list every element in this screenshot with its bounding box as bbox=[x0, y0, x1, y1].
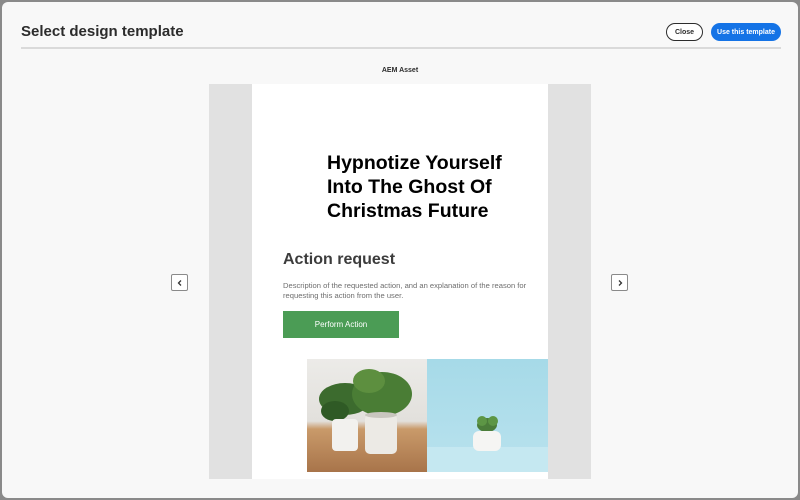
close-button[interactable]: Close bbox=[666, 23, 703, 41]
template-dialog: Select design template Close Use this te… bbox=[2, 2, 798, 498]
perform-action-button: Perform Action bbox=[283, 311, 399, 338]
plant-photo-right bbox=[427, 359, 548, 472]
email-headline: Hypnotize Yourself Into The Ghost Of Chr… bbox=[327, 152, 502, 222]
action-title: Action request bbox=[283, 251, 396, 268]
chevron-left-icon bbox=[177, 279, 181, 286]
dialog-title: Select design template bbox=[21, 23, 184, 40]
action-description: Description of the requested action, and… bbox=[283, 281, 527, 300]
asset-label: AEM Asset bbox=[381, 67, 419, 74]
chevron-right-icon bbox=[618, 279, 622, 286]
next-button[interactable] bbox=[611, 274, 628, 291]
email-template: Hypnotize Yourself Into The Ghost Of Chr… bbox=[252, 84, 548, 479]
plant-photo-left bbox=[307, 359, 427, 472]
use-template-button[interactable]: Use this template bbox=[711, 23, 781, 41]
dialog-header: Select design template Close Use this te… bbox=[2, 2, 798, 48]
template-preview: Hypnotize Yourself Into The Ghost Of Chr… bbox=[209, 84, 591, 479]
plant-image bbox=[307, 359, 548, 472]
previous-button[interactable] bbox=[171, 274, 188, 291]
header-divider bbox=[21, 47, 781, 49]
